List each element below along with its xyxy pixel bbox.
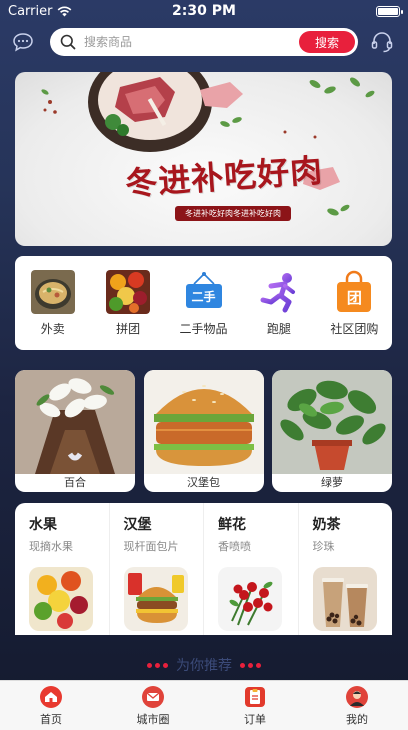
envelope-icon	[142, 686, 164, 708]
featured-label: 百合	[64, 476, 86, 489]
search-input[interactable]	[84, 35, 299, 49]
tab-label: 订单	[244, 713, 266, 726]
running-person-icon	[260, 273, 295, 313]
banner-subtitle: 冬进补吃好肉冬进补吃好肉	[175, 206, 291, 221]
wifi-icon	[58, 6, 72, 16]
recommend-dots-right	[240, 662, 261, 668]
chat-bubble-icon[interactable]	[12, 31, 34, 53]
quick-item-group-buy[interactable]: 拼团	[90, 256, 165, 350]
category-subtitle: 香喷喷	[218, 540, 251, 553]
category-flowers[interactable]: 鲜花 香喷喷	[204, 503, 299, 635]
quick-item-errand[interactable]: 跑腿	[241, 256, 316, 350]
featured-label: 汉堡包	[187, 476, 220, 489]
category-subtitle: 珍珠	[312, 540, 335, 553]
category-title: 水果	[29, 517, 57, 533]
featured-card-hamburger[interactable]: 汉堡包	[143, 370, 264, 492]
rose-bouquet-image	[218, 567, 282, 631]
category-subtitle: 现摘水果	[29, 540, 73, 553]
category-milk-tea[interactable]: 奶茶 珍珠	[299, 503, 393, 635]
search-box[interactable]: 搜索	[50, 28, 358, 56]
status-bar: Carrier 2:30 PM	[0, 0, 408, 22]
second-hand-sign-text: 二手	[191, 289, 216, 304]
category-burger[interactable]: 汉堡 现杆面包片	[110, 503, 204, 635]
lily-bouquet-image	[15, 370, 135, 474]
user-avatar-icon	[346, 686, 368, 708]
bubble-tea-image	[312, 567, 377, 631]
category-title: 鲜花	[218, 517, 246, 533]
headset-icon[interactable]	[370, 30, 394, 54]
featured-card-pothos[interactable]: 绿萝	[272, 370, 392, 492]
fruit-photo	[106, 270, 151, 314]
search-icon	[60, 34, 76, 50]
second-hand-sign-icon: 二手	[182, 270, 226, 314]
featured-row: 百合 汉堡包 绿萝	[15, 370, 392, 492]
category-panel: 水果 现摘水果 汉堡 现杆面包片 鲜花 香喷喷 奶茶 珍珠	[15, 503, 392, 635]
quick-item-takeout[interactable]: 外卖	[15, 256, 90, 350]
quick-item-second-hand[interactable]: 二手 二手物品	[166, 256, 241, 350]
featured-card-lily[interactable]: 百合	[15, 370, 135, 492]
category-title: 奶茶	[312, 517, 341, 533]
quick-item-label: 拼团	[116, 322, 141, 336]
quick-menu: 外卖 拼团 二手 二手物品 跑腿 团 社区团购	[15, 256, 392, 350]
recommend-header: 为你推荐	[0, 654, 408, 676]
promo-banner[interactable]: 冬进补吃好肉 冬进补吃好肉冬进补吃好肉	[15, 72, 392, 246]
burger-meal-image	[123, 567, 188, 631]
carrier-label: Carrier	[8, 3, 53, 19]
tab-label: 城市圈	[136, 713, 170, 726]
tab-label: 首页	[40, 713, 62, 726]
search-row: 搜索	[0, 28, 408, 56]
tab-label: 我的	[346, 713, 368, 726]
quick-item-label: 社区团购	[330, 322, 379, 336]
recommend-title: 为你推荐	[176, 658, 232, 674]
quick-item-community-buy[interactable]: 团 社区团购	[317, 256, 392, 350]
quick-item-label: 二手物品	[179, 322, 228, 336]
group-buy-bag-icon: 团	[332, 270, 376, 314]
category-fruit[interactable]: 水果 现摘水果	[15, 503, 110, 635]
tab-home[interactable]: 首页	[0, 681, 102, 730]
tab-mine[interactable]: 我的	[306, 681, 408, 730]
home-icon	[40, 686, 62, 708]
search-button[interactable]: 搜索	[299, 31, 355, 53]
category-subtitle: 现杆面包片	[123, 540, 179, 553]
potted-plant-image	[272, 370, 392, 474]
noodle-bowl-photo	[30, 270, 75, 314]
quick-item-label: 外卖	[40, 322, 65, 336]
tab-city-circle[interactable]: 城市圈	[102, 681, 204, 730]
group-buy-bag-text: 团	[346, 288, 362, 307]
quick-item-label: 跑腿	[266, 322, 291, 336]
tab-bar: 首页 城市圈 订单 我的	[0, 680, 408, 730]
hamburger-image	[143, 370, 264, 474]
recommend-dots-left	[147, 662, 168, 668]
category-title: 汉堡	[123, 517, 152, 533]
battery-icon	[376, 5, 403, 17]
featured-label: 绿萝	[321, 476, 343, 489]
fruit-bowl-image	[29, 567, 93, 631]
clipboard-icon	[245, 687, 265, 707]
tab-orders[interactable]: 订单	[204, 681, 306, 730]
